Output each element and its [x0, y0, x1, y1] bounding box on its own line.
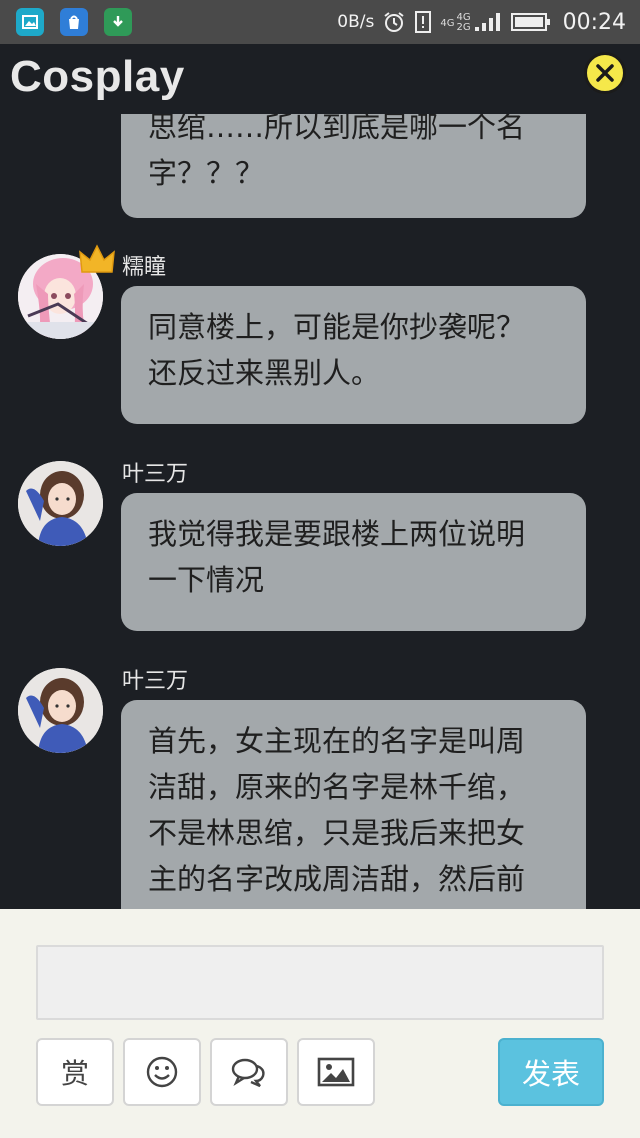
signal-icon: 4G 4G 2G: [440, 11, 502, 33]
publish-button[interactable]: 发表: [498, 1038, 604, 1106]
crown-icon: [79, 244, 115, 273]
network-type-label: 2G: [456, 22, 471, 33]
input-panel: 赏 发表: [0, 909, 640, 1138]
reward-button[interactable]: 赏: [36, 1038, 114, 1106]
avatar[interactable]: [18, 461, 103, 546]
comment-bubble: 同意楼上，可能是你抄袭呢？ 还反过来黑别人。: [121, 286, 586, 424]
alarm-icon: [382, 10, 406, 34]
reward-label: 赏: [60, 1057, 89, 1090]
comment-bubble: 思绾……所以到底是哪一个名 字？？？: [121, 114, 586, 218]
sender-name: 叶三万: [122, 669, 189, 694]
avatar[interactable]: [18, 668, 103, 753]
download-app-icon: [104, 8, 132, 36]
comment-list[interactable]: 思绾……所以到底是哪一个名 字？？？ 糯瞳 同意楼上，可能是你抄袭呢？ 还反过来…: [0, 114, 640, 909]
comment-bubble: 我觉得我是要跟楼上两位说明 一下情况: [121, 493, 586, 631]
header: Cosplay: [0, 44, 640, 114]
close-button[interactable]: [584, 52, 626, 94]
sender-name: 叶三万: [122, 462, 189, 487]
sender-name: 糯瞳: [122, 255, 167, 280]
shopping-bag-app-icon: [60, 8, 88, 36]
battery-icon: [510, 11, 551, 33]
status-clock: 00:24: [562, 9, 626, 35]
network-speed: 0B/s: [337, 12, 375, 32]
comment-bubble: 首先，女主现在的名字是叫周 洁甜，原来的名字是林千绾， 不是林思绾，只是我后来把…: [121, 700, 586, 909]
smiley-icon: [146, 1056, 178, 1088]
page-title: Cosplay: [10, 52, 185, 101]
chat-bubbles-icon: [231, 1058, 265, 1088]
emoji-button[interactable]: [123, 1038, 201, 1106]
close-icon: [596, 64, 614, 82]
comment-input[interactable]: [36, 945, 604, 1020]
comments-button[interactable]: [210, 1038, 288, 1106]
image-icon: [317, 1057, 355, 1087]
network-type-label: 4G: [440, 18, 455, 29]
notification-icons: [16, 8, 132, 36]
status-bar: 0B/s 4G 4G 2G 00:24: [0, 0, 640, 44]
gallery-app-icon: [16, 8, 44, 36]
image-button[interactable]: [297, 1038, 375, 1106]
sim-alert-icon: [414, 10, 432, 34]
